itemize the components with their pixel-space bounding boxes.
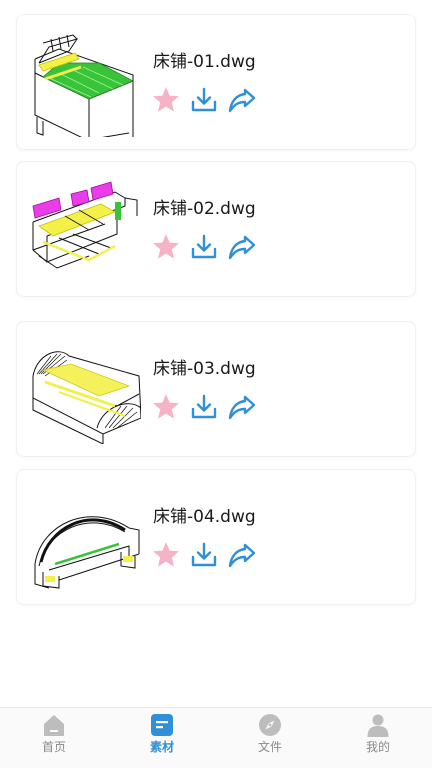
- star-icon[interactable]: [151, 540, 181, 570]
- file-name[interactable]: 床铺-02.dwg: [153, 198, 256, 220]
- user-icon: [366, 713, 390, 737]
- share-icon[interactable]: [227, 392, 257, 422]
- file-card[interactable]: 床铺-01.dwg: [16, 14, 416, 150]
- download-icon[interactable]: [189, 392, 219, 422]
- file-thumbnail: [29, 336, 141, 444]
- file-name[interactable]: 床铺-03.dwg: [153, 358, 256, 380]
- home-icon: [42, 713, 66, 737]
- tab-home[interactable]: 首页: [0, 708, 108, 768]
- file-actions: [151, 392, 257, 422]
- file-name[interactable]: 床铺-01.dwg: [153, 51, 256, 73]
- file-actions: [151, 540, 257, 570]
- download-icon[interactable]: [189, 232, 219, 262]
- file-card[interactable]: 床铺-02.dwg: [16, 161, 416, 297]
- compass-icon: [258, 713, 282, 737]
- file-thumbnail: [29, 29, 141, 137]
- tab-material[interactable]: 素材: [108, 708, 216, 768]
- star-icon[interactable]: [151, 392, 181, 422]
- tab-label: 我的: [365, 740, 390, 754]
- file-thumbnail: [29, 176, 141, 284]
- tab-label: 文件: [257, 740, 282, 754]
- download-icon[interactable]: [189, 85, 219, 115]
- file-name[interactable]: 床铺-04.dwg: [153, 506, 256, 528]
- tab-label: 首页: [41, 740, 66, 754]
- tab-label: 素材: [149, 740, 174, 754]
- material-icon: [150, 713, 174, 737]
- bottom-tab-bar: 首页 素材 文件 我的: [0, 707, 432, 768]
- star-icon[interactable]: [151, 85, 181, 115]
- share-icon[interactable]: [227, 540, 257, 570]
- tab-files[interactable]: 文件: [216, 708, 324, 768]
- star-icon[interactable]: [151, 232, 181, 262]
- tab-mine[interactable]: 我的: [324, 708, 432, 768]
- share-icon[interactable]: [227, 232, 257, 262]
- file-card[interactable]: 床铺-03.dwg: [16, 321, 416, 457]
- file-actions: [151, 232, 257, 262]
- download-icon[interactable]: [189, 540, 219, 570]
- share-icon[interactable]: [227, 85, 257, 115]
- file-actions: [151, 85, 257, 115]
- file-card[interactable]: 床铺-04.dwg: [16, 469, 416, 605]
- file-thumbnail: [29, 484, 141, 592]
